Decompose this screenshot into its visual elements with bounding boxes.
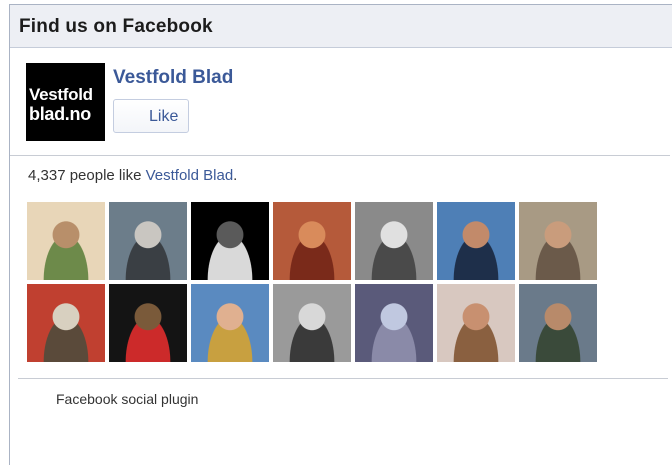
friend-avatar[interactable]	[437, 284, 515, 362]
likes-count-text: 4,337 people like Vestfold Blad.	[28, 167, 237, 184]
logo-text-line2: blad.no	[29, 104, 91, 124]
friend-avatar[interactable]	[273, 202, 351, 280]
likes-suffix: .	[233, 167, 238, 184]
widget-header: Find us on Facebook	[10, 5, 672, 48]
friend-avatar[interactable]	[27, 202, 105, 280]
friend-avatar[interactable]	[519, 284, 597, 362]
divider-bottom	[18, 378, 668, 379]
friend-avatar[interactable]	[355, 284, 433, 362]
divider-top	[10, 155, 670, 156]
page-name-link[interactable]: Vestfold Blad	[113, 67, 233, 89]
friend-avatar[interactable]	[109, 202, 187, 280]
logo-text-line1: Vestfold	[29, 85, 93, 104]
friend-avatar[interactable]	[273, 284, 351, 362]
social-plugin-label: Facebook social plugin	[56, 391, 199, 407]
facebook-like-box: Find us on Facebook Vestfold blad.no Ves…	[9, 4, 672, 465]
likes-page-link[interactable]: Vestfold Blad	[146, 167, 234, 184]
friend-avatar[interactable]	[109, 284, 187, 362]
likes-count-prefix: 4,337 people like	[28, 167, 146, 184]
friend-avatar[interactable]	[437, 202, 515, 280]
friend-avatar[interactable]	[519, 202, 597, 280]
like-button[interactable]: Like	[113, 99, 189, 133]
friend-avatar[interactable]	[191, 284, 269, 362]
like-button-label: Like	[149, 108, 179, 125]
friend-avatar[interactable]	[27, 284, 105, 362]
page-logo[interactable]: Vestfold blad.no	[26, 63, 105, 141]
widget-title: Find us on Facebook	[19, 16, 213, 37]
friend-avatar[interactable]	[355, 202, 433, 280]
friend-avatar[interactable]	[191, 202, 269, 280]
